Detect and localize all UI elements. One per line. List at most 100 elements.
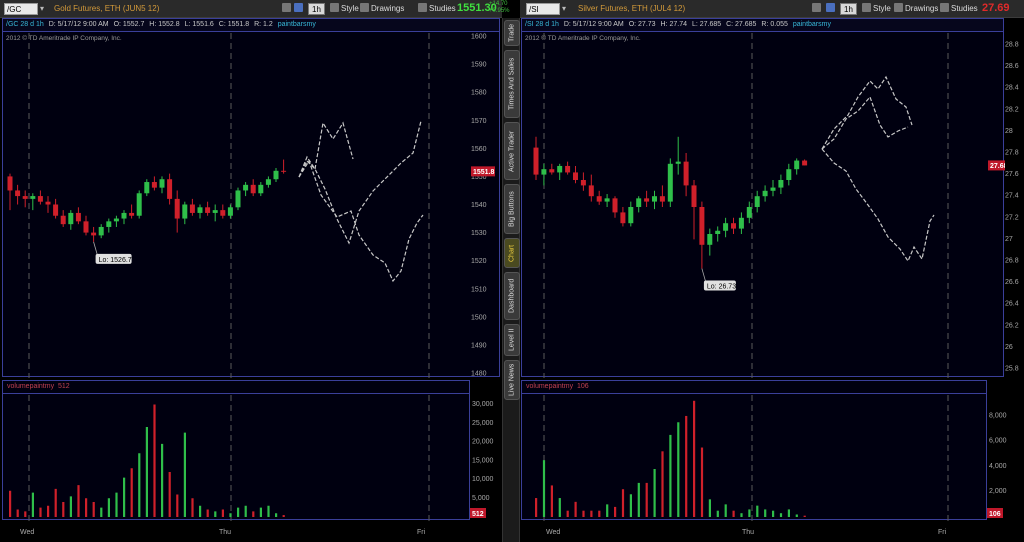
left-price-plot: 1600159015801570156015501540153015201510… <box>7 33 495 378</box>
volume-bar <box>740 513 743 517</box>
left-tool-icon[interactable] <box>294 3 305 15</box>
volume-bar <box>772 510 775 517</box>
tab-live-news[interactable]: Live News <box>504 360 520 400</box>
price-tick-label: 26 <box>1005 344 1013 351</box>
candle-body <box>258 184 264 194</box>
volume-bar <box>69 496 72 517</box>
volume-bar <box>803 515 806 517</box>
right-day-wed: Wed <box>546 529 561 536</box>
right-interval-button[interactable]: 1h <box>840 3 857 15</box>
left-symbol-dropdown-icon[interactable]: ▾ <box>40 3 50 15</box>
left-change: +14.70 <box>489 1 508 7</box>
right-style-label: Style <box>873 4 891 13</box>
volume-bar <box>214 511 217 517</box>
right-link-icon[interactable] <box>812 3 823 15</box>
volume-tick-label: 10,000 <box>472 476 494 483</box>
candle-body <box>644 198 650 202</box>
candle-body <box>22 196 28 199</box>
volume-bar <box>183 432 186 517</box>
candle-body <box>723 223 729 231</box>
volume-tick-label: 15,000 <box>472 457 494 464</box>
left-interval-button[interactable]: 1h <box>308 3 325 15</box>
price-badge: 1551.8 <box>473 169 495 176</box>
right-style-button[interactable]: Style <box>862 3 891 15</box>
price-tick-label: 1520 <box>471 258 487 265</box>
candle-body <box>786 169 792 180</box>
tab-dashboard[interactable]: Dashboard <box>504 272 520 320</box>
right-volume-chart[interactable]: volumepaintmy 106 <box>521 380 987 521</box>
right-flask-icon <box>940 3 949 12</box>
right-price-axis: 28.8 28.6 28.4 28.2 28 27.8 27.6 27.4 27.2 27 26.8… <box>1005 42 1019 373</box>
right-symbol-input[interactable]: /SI <box>526 3 560 15</box>
volume-bar <box>237 507 240 517</box>
candle-body <box>37 196 43 202</box>
price-badge: 27.685 <box>990 163 1005 170</box>
candle-body <box>667 163 673 202</box>
right-pencil-icon <box>894 3 903 12</box>
candle-body <box>227 207 233 216</box>
right-drawings-button[interactable]: Drawings <box>894 3 938 15</box>
right-day-thu: Thu <box>742 529 755 536</box>
candle-body <box>683 161 689 186</box>
right-price-chart[interactable]: /SI 28 d 1h D: 5/17/12 9:00 AM O: 27.73 … <box>521 18 1005 378</box>
left-day-thu: Thu <box>219 529 232 536</box>
right-studies-button[interactable]: Studies <box>940 3 978 15</box>
volume-bar <box>661 451 664 517</box>
left-volume-plot <box>9 395 430 521</box>
tab-chart[interactable]: Chart <box>504 238 520 268</box>
candle-body <box>98 226 104 236</box>
price-tick-label: 28 <box>1005 128 1013 135</box>
tab-big-buttons[interactable]: Big Buttons <box>504 184 520 234</box>
right-tool-icon[interactable] <box>826 3 837 15</box>
tab-times-and-sales[interactable]: Times And Sales <box>504 50 520 118</box>
volume-bar <box>700 447 704 517</box>
price-tick-label: 28.4 <box>1005 85 1019 92</box>
candle-body <box>197 207 203 213</box>
left-studies-label: Studies <box>429 4 456 13</box>
left-volume-chart[interactable]: volumepaintmy 512 <box>2 380 470 521</box>
left-link-icon[interactable] <box>282 3 293 15</box>
left-style-icon <box>330 3 339 12</box>
lo-leader <box>93 241 98 256</box>
right-volume-axis: 8,000 6,000 4,000 2,000 106 <box>987 412 1007 518</box>
tab-active-trader[interactable]: Active Trader <box>504 122 520 180</box>
volume-bar <box>199 505 202 517</box>
price-tick-label: 26.2 <box>1005 322 1019 329</box>
volume-bar <box>267 505 270 517</box>
candle-body <box>91 232 97 236</box>
candle-body <box>129 212 135 216</box>
candle-body <box>533 147 539 175</box>
left-studies-button[interactable]: Studies <box>418 3 456 15</box>
left-drawings-label: Drawings <box>371 4 405 13</box>
tab-trade[interactable]: Trade <box>504 20 520 46</box>
left-symbol-input[interactable]: /GC <box>4 3 38 15</box>
price-tick-label: 1530 <box>471 230 487 237</box>
volume-bar <box>176 494 179 517</box>
candle-body <box>659 196 665 202</box>
candle-body <box>182 204 188 219</box>
volume-bar <box>191 498 194 517</box>
volume-bar <box>9 490 12 517</box>
candle-body <box>121 212 127 219</box>
left-drawings-button[interactable]: Drawings <box>360 3 404 15</box>
left-style-button[interactable]: Style <box>330 3 359 15</box>
volume-bar <box>566 510 569 517</box>
right-studies-label: Studies <box>951 4 978 13</box>
volume-bar <box>685 415 688 517</box>
price-tick-label: 26.8 <box>1005 258 1019 265</box>
volume-bar <box>787 509 790 517</box>
left-price-chart[interactable]: /GC 28 d 1h D: 5/17/12 9:00 AM O: 1552.7… <box>2 18 500 378</box>
right-style-icon <box>862 3 871 12</box>
right-symbol-dropdown-icon[interactable]: ▾ <box>562 3 572 15</box>
left-flask-icon <box>418 3 427 12</box>
volume-bar <box>550 485 553 517</box>
volume-bar <box>206 509 209 517</box>
candle-body <box>802 160 808 166</box>
volume-tick-label: 2,000 <box>989 488 1007 495</box>
volume-bar <box>677 422 680 517</box>
candle-body <box>250 184 256 194</box>
candle-body <box>549 169 555 173</box>
price-tick-label: 1570 <box>471 118 487 125</box>
candle-body <box>604 198 610 202</box>
tab-level-ii[interactable]: Level II <box>504 324 520 356</box>
